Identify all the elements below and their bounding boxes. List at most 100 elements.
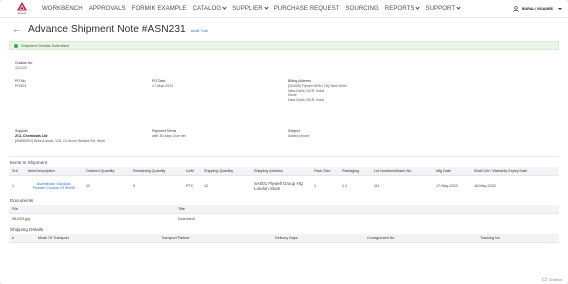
subject-label: Subject: [288, 129, 300, 133]
challan-label: Challan No: [15, 61, 33, 65]
cell-shelf-life: 18-May-2023: [474, 183, 496, 188]
audit-trail-link[interactable]: Audit Trail: [191, 29, 208, 33]
subject-value: Added phone: [288, 134, 310, 138]
nav-label: CATALOG: [192, 5, 222, 12]
nav-label: SUPPLIER: [232, 5, 263, 12]
col-lot: Lot Numbers/Batch No: [371, 166, 433, 176]
cell-shipping-qty: 12: [204, 183, 209, 188]
divider: [9, 156, 559, 157]
items-table: Sr# Item/Description Ordered Quantity Re…: [9, 166, 559, 196]
col-ordered: Ordered Quantity: [83, 166, 130, 176]
nav-approvals[interactable]: APPROVALS: [89, 5, 126, 12]
cell-item[interactable]: Alumitecsin Osclioza, Powder Custom Of 9…: [25, 176, 83, 196]
nav-label: SUPPORT: [425, 5, 456, 12]
items-header-row: Sr# Item/Description Ordered Quantity Re…: [9, 166, 559, 176]
po-date-value: 17-May-2023: [152, 84, 174, 88]
billing-line: [SA005] Flywell APAC HQ New Delhi: [288, 84, 347, 88]
cell-ordered: 12: [86, 183, 91, 188]
subject-field: Subject Added phone: [288, 129, 309, 139]
table-row: 981293.jpg Document: [9, 214, 559, 224]
document-file-link[interactable]: 981293.jpg: [9, 214, 175, 224]
documents-section-title: Documents: [10, 197, 34, 203]
shipping-section-title: Shipping Details: [10, 226, 44, 232]
nav-supplier[interactable]: SUPPLIER: [232, 5, 269, 12]
col-delivery-days: Delivery Days: [272, 233, 364, 243]
nav-catalog[interactable]: CATALOG: [193, 5, 227, 12]
col-shipping-qty: Shipping Quantity: [201, 166, 251, 176]
documents-table: File Title 981293.jpg Document: [9, 204, 559, 224]
col-packaging: Packaging: [339, 166, 371, 176]
top-navbar: Gnexus WORKBENCH APPROVALS FORMIK EXAMPL…: [0, 0, 568, 18]
billing-line: New Delhi, NCR, India: [288, 97, 324, 102]
payment-terms-field: Payment Terms with 30 days Due net: [152, 129, 186, 139]
cell-sr: 1: [12, 183, 15, 188]
nav-reports[interactable]: REPORTS: [384, 5, 421, 12]
back-arrow-icon[interactable]: ←: [12, 25, 21, 34]
page-content: ← Advance Shipment Note #ASN231 Audit Tr…: [0, 18, 568, 243]
supplier-field: Supplier ZCL Chemicals Ltd [09850001] Br…: [15, 129, 105, 143]
logo-icon: [17, 2, 27, 11]
chevron-down-icon: [415, 5, 421, 10]
cell-mfg-date: 17-May-2023: [436, 183, 458, 188]
col-remaining: Remaining Quantity: [130, 166, 183, 176]
col-shipping-address: Shipping Address: [251, 166, 311, 176]
user-icon: [513, 5, 519, 12]
status-dot-icon: [14, 43, 18, 48]
nav-label: REPORTS: [384, 5, 415, 12]
status-banner: Shipment Details Submitted: [9, 41, 559, 50]
caret-down-icon: [558, 7, 562, 10]
billing-address-field: Billing Address [SA005] Flywell APAC HQ …: [288, 79, 347, 102]
po-no-field: PO No PO503: [15, 79, 26, 89]
col-partner: Transport Partner: [158, 233, 272, 243]
supplier-label: Supplier: [15, 129, 28, 133]
items-section-title: Items In Shipment: [10, 159, 48, 165]
nav-label: PURCHASE REQUEST: [273, 5, 340, 12]
chevron-down-icon: [456, 5, 461, 10]
chatbot-widget[interactable]: Chatbot: [541, 277, 562, 282]
payment-label: Payment Terms: [152, 129, 177, 133]
main-menu: WORKBENCH APPROVALS FORMIK EXAMPLE CATAL…: [42, 5, 507, 12]
cell-packaging: 1:1: [342, 183, 348, 188]
nav-formik-example[interactable]: FORMIK EXAMPLE: [132, 5, 187, 12]
col-mode: Mode Of Transport: [35, 233, 158, 243]
nav-sourcing[interactable]: SOURCING: [346, 5, 379, 12]
col-tracking: Tracking No: [477, 233, 559, 243]
col-shelf-life: Shelf Life / Warranty Expiry Date: [471, 166, 559, 176]
col-pack-size: Pack Size: [311, 166, 339, 176]
documents-header-row: File Title: [9, 204, 559, 214]
billing-label: Billing Address: [288, 79, 311, 83]
nav-label: FORMIK EXAMPLE: [131, 5, 187, 12]
payment-value: with 30 days Due net: [152, 134, 186, 138]
col-item: Item/Description: [25, 166, 83, 176]
nav-label: WORKBENCH: [42, 5, 83, 12]
chatbot-label: Chatbot: [548, 277, 562, 282]
col-title: Title: [175, 204, 559, 214]
user-menu[interactable]: BURALI VIGANRE: [513, 5, 562, 12]
app-window: Gnexus WORKBENCH APPROVALS FORMIK EXAMPL…: [0, 0, 568, 284]
nav-workbench[interactable]: WORKBENCH: [42, 5, 83, 12]
po-date-label: PO Date: [152, 79, 166, 83]
logo[interactable]: Gnexus: [10, 0, 34, 18]
cell-lot: 111: [374, 183, 380, 188]
document-title: Document: [178, 216, 195, 221]
supplier-address: [09850001] Brita Aurora, 12A, Dr Annie B…: [15, 138, 106, 143]
cell-shipping-address: SA001 Flywell Group HQ London Store: [251, 176, 311, 196]
challan-value: 121222: [15, 66, 27, 70]
nav-purchase-request[interactable]: PURCHASE REQUEST: [274, 5, 340, 12]
cell-remaining: 0: [133, 183, 136, 188]
shipment-details: Challan No 121222 PO No PO503 PO Date 17…: [9, 50, 559, 153]
col-consignment: Consignment No: [364, 233, 477, 243]
address-line: London Store: [254, 185, 281, 191]
user-name: BURALI VIGANRE: [522, 6, 553, 11]
nav-support[interactable]: SUPPORT: [425, 5, 461, 12]
item-link[interactable]: Powder Custom Of 90000: [28, 186, 80, 190]
col-mfg-date: Mfg Date: [433, 166, 471, 176]
col-uom: UoM: [183, 166, 201, 176]
shipping-header-row: # Mode Of Transport Transport Partner De…: [9, 233, 559, 243]
page-header: ← Advance Shipment Note #ASN231 Audit Tr…: [9, 18, 559, 41]
chevron-down-icon: [222, 5, 227, 10]
chat-icon: [541, 277, 547, 282]
chevron-down-icon: [264, 5, 269, 10]
po-date-field: PO Date 17-May-2023: [152, 79, 173, 89]
page-title: Advance Shipment Note #ASN231: [28, 24, 186, 35]
